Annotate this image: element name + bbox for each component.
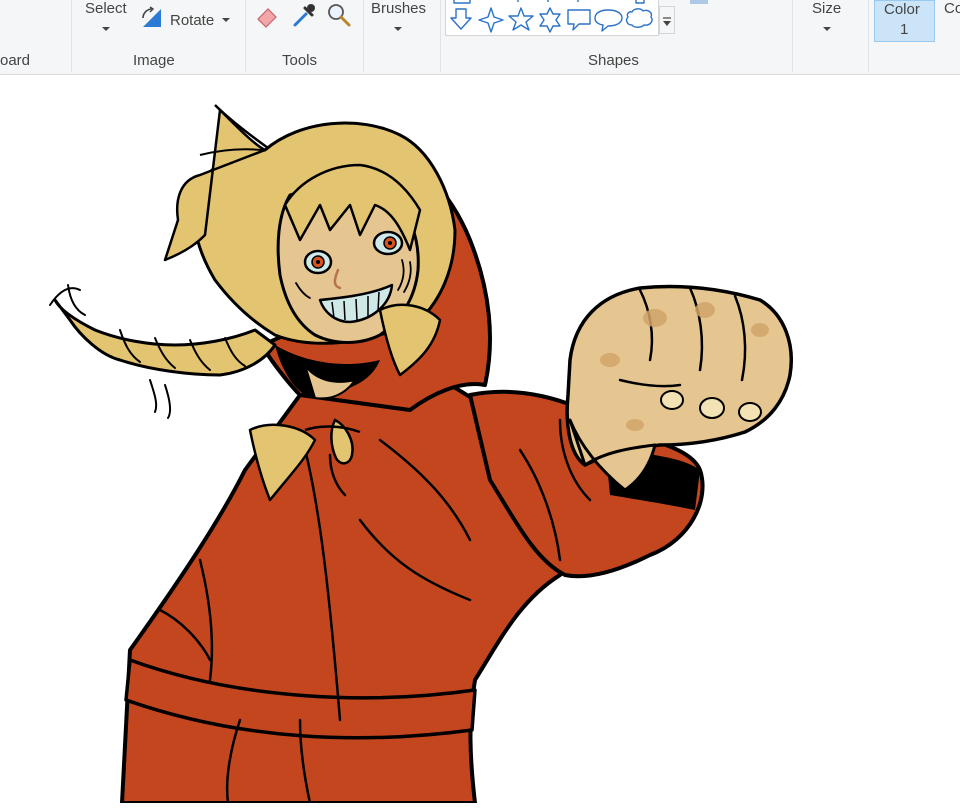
shapes-group-label: Shapes	[588, 52, 639, 69]
fist	[565, 284, 793, 467]
color1-button[interactable]: Color 1	[874, 0, 935, 42]
group-separator	[245, 0, 246, 72]
shapes-gallery-icons	[450, 0, 653, 33]
outline-button-partial[interactable]	[690, 0, 708, 4]
chevron-down-icon	[222, 18, 230, 22]
artwork	[49, 104, 793, 805]
rotate-icon	[142, 6, 161, 27]
group-separator	[440, 0, 441, 72]
color-picker-icon[interactable]	[291, 2, 317, 28]
chevron-down-icon	[823, 27, 831, 31]
magnifier-icon[interactable]	[326, 2, 352, 28]
ribbon: oard Select Rotate Image Tools Brushes S…	[0, 0, 960, 75]
color1-label: Color	[884, 1, 920, 18]
eraser-icon[interactable]	[255, 2, 281, 28]
tools-group-label: Tools	[282, 52, 318, 69]
group-separator	[868, 0, 869, 72]
color2-label[interactable]: Co	[944, 0, 960, 17]
color1-number: 1	[900, 21, 909, 38]
group-separator	[363, 0, 364, 72]
shapes-more-button[interactable]	[659, 6, 675, 34]
brushes-label: Brushes	[371, 0, 427, 17]
group-separator	[792, 0, 793, 72]
shapes-gallery[interactable]	[445, 0, 659, 36]
size-label: Size	[812, 0, 842, 17]
chevron-down-icon	[394, 27, 402, 31]
size-button[interactable]: Size	[806, 0, 850, 40]
more-icon	[663, 17, 671, 26]
chevron-down-icon	[102, 27, 110, 31]
clipboard-group-label: oard	[0, 52, 31, 69]
select-label: Select	[85, 0, 127, 17]
drawing-canvas[interactable]	[0, 75, 960, 805]
brushes-button[interactable]: Brushes	[367, 0, 433, 40]
rotate-label: Rotate	[170, 12, 215, 29]
rotate-button[interactable]: Rotate	[140, 4, 236, 32]
select-button[interactable]: Select	[80, 0, 132, 40]
image-group-label: Image	[133, 52, 175, 69]
group-separator	[71, 0, 72, 72]
